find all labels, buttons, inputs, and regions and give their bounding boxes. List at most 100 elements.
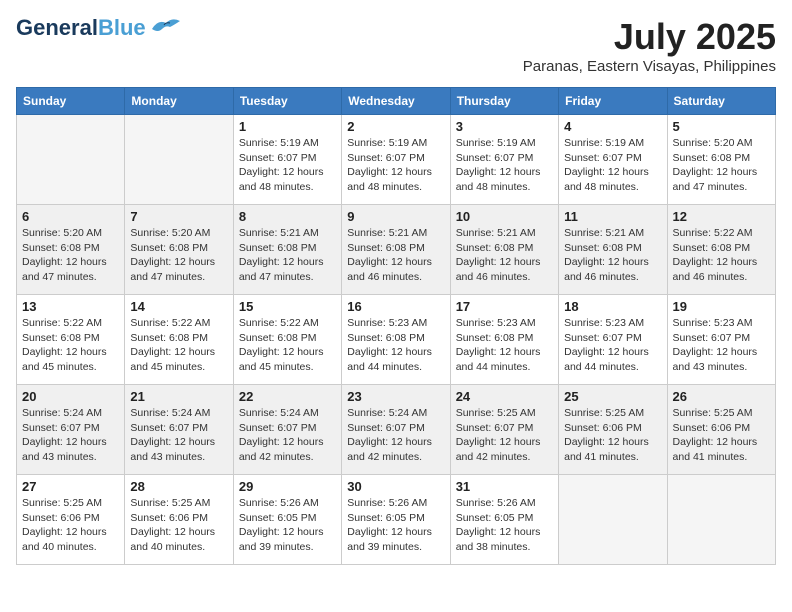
day-info: Sunrise: 5:24 AMSunset: 6:07 PMDaylight:… [347, 406, 444, 465]
day-info: Sunrise: 5:25 AMSunset: 6:06 PMDaylight:… [22, 496, 119, 555]
day-info: Sunrise: 5:22 AMSunset: 6:08 PMDaylight:… [239, 316, 336, 375]
col-header-tuesday: Tuesday [233, 88, 341, 115]
calendar-cell: 12 Sunrise: 5:22 AMSunset: 6:08 PMDayligh… [667, 205, 775, 295]
page-header: GeneralBlue July 2025 Paranas, Eastern V… [16, 16, 776, 75]
calendar-week-row: 1 Sunrise: 5:19 AMSunset: 6:07 PMDaylight… [17, 115, 776, 205]
calendar-cell: 18Sunrise: 5:23 AMSunset: 6:07 PMDayligh… [559, 295, 667, 385]
logo-bird-icon [150, 15, 182, 37]
day-info: Sunrise: 5:21 AMSunset: 6:08 PMDaylight:… [239, 226, 336, 285]
calendar-cell: 10 Sunrise: 5:21 AMSunset: 6:08 PMDayligh… [450, 205, 558, 295]
calendar-week-row: 20 Sunrise: 5:24 AMSunset: 6:07 PMDayligh… [17, 385, 776, 475]
day-number: 2 [347, 119, 444, 134]
day-info: Sunrise: 5:21 AMSunset: 6:08 PMDaylight:… [564, 226, 661, 285]
day-info: Sunrise: 5:26 AMSunset: 6:05 PMDaylight:… [347, 496, 444, 555]
calendar-week-row: 27 Sunrise: 5:25 AMSunset: 6:06 PMDayligh… [17, 475, 776, 565]
day-info: Sunrise: 5:24 AMSunset: 6:07 PMDaylight:… [130, 406, 227, 465]
title-block: July 2025 Paranas, Eastern Visayas, Phil… [523, 16, 776, 75]
calendar-cell: 11 Sunrise: 5:21 AMSunset: 6:08 PMDayligh… [559, 205, 667, 295]
calendar-cell: 9 Sunrise: 5:21 AMSunset: 6:08 PMDaylight… [342, 205, 450, 295]
calendar-cell [667, 475, 775, 565]
day-number: 28 [130, 479, 227, 494]
calendar-cell: 19Sunrise: 5:23 AMSunset: 6:07 PMDayligh… [667, 295, 775, 385]
calendar-cell [559, 475, 667, 565]
day-number: 5 [673, 119, 770, 134]
day-info: Sunrise: 5:25 AMSunset: 6:06 PMDaylight:… [564, 406, 661, 465]
day-info: Sunrise: 5:26 AMSunset: 6:05 PMDaylight:… [456, 496, 553, 555]
calendar-cell: 7Sunrise: 5:20 AMSunset: 6:08 PMDaylight… [125, 205, 233, 295]
calendar-header-row: SundayMondayTuesdayWednesdayThursdayFrid… [17, 88, 776, 115]
calendar-week-row: 6 Sunrise: 5:20 AMSunset: 6:08 PMDaylight… [17, 205, 776, 295]
calendar-cell: 30Sunrise: 5:26 AMSunset: 6:05 PMDayligh… [342, 475, 450, 565]
day-number: 8 [239, 209, 336, 224]
col-header-monday: Monday [125, 88, 233, 115]
day-number: 31 [456, 479, 553, 494]
calendar-cell: 8 Sunrise: 5:21 AMSunset: 6:08 PMDaylight… [233, 205, 341, 295]
calendar-table: SundayMondayTuesdayWednesdayThursdayFrid… [16, 87, 776, 565]
calendar-cell: 16 Sunrise: 5:23 AMSunset: 6:08 PMDayligh… [342, 295, 450, 385]
calendar-cell: 22Sunrise: 5:24 AMSunset: 6:07 PMDayligh… [233, 385, 341, 475]
day-number: 12 [673, 209, 770, 224]
day-info: Sunrise: 5:25 AMSunset: 6:07 PMDaylight:… [456, 406, 553, 465]
day-info: Sunrise: 5:21 AMSunset: 6:08 PMDaylight:… [456, 226, 553, 285]
day-info: Sunrise: 5:24 AMSunset: 6:07 PMDaylight:… [239, 406, 336, 465]
day-info: Sunrise: 5:22 AMSunset: 6:08 PMDaylight:… [673, 226, 770, 285]
calendar-cell: 3 Sunrise: 5:19 AMSunset: 6:07 PMDaylight… [450, 115, 558, 205]
calendar-cell: 4 Sunrise: 5:19 AMSunset: 6:07 PMDaylight… [559, 115, 667, 205]
day-number: 25 [564, 389, 661, 404]
day-number: 20 [22, 389, 119, 404]
col-header-saturday: Saturday [667, 88, 775, 115]
day-info: Sunrise: 5:20 AMSunset: 6:08 PMDaylight:… [130, 226, 227, 285]
day-number: 23 [347, 389, 444, 404]
calendar-cell: 21 Sunrise: 5:24 AMSunset: 6:07 PMDayligh… [125, 385, 233, 475]
day-number: 1 [239, 119, 336, 134]
day-number: 10 [456, 209, 553, 224]
day-number: 21 [130, 389, 227, 404]
day-info: Sunrise: 5:22 AMSunset: 6:08 PMDaylight:… [130, 316, 227, 375]
calendar-cell: 29 Sunrise: 5:26 AMSunset: 6:05 PMDayligh… [233, 475, 341, 565]
day-info: Sunrise: 5:26 AMSunset: 6:05 PMDaylight:… [239, 496, 336, 555]
day-info: Sunrise: 5:21 AMSunset: 6:08 PMDaylight:… [347, 226, 444, 285]
day-info: Sunrise: 5:23 AMSunset: 6:08 PMDaylight:… [347, 316, 444, 375]
day-info: Sunrise: 5:19 AMSunset: 6:07 PMDaylight:… [564, 136, 661, 195]
calendar-week-row: 13 Sunrise: 5:22 AMSunset: 6:08 PMDayligh… [17, 295, 776, 385]
month-year-title: July 2025 [523, 16, 776, 58]
day-number: 4 [564, 119, 661, 134]
day-info: Sunrise: 5:20 AMSunset: 6:08 PMDaylight:… [673, 136, 770, 195]
day-number: 29 [239, 479, 336, 494]
day-info: Sunrise: 5:24 AMSunset: 6:07 PMDaylight:… [22, 406, 119, 465]
day-info: Sunrise: 5:22 AMSunset: 6:08 PMDaylight:… [22, 316, 119, 375]
calendar-cell: 23 Sunrise: 5:24 AMSunset: 6:07 PMDayligh… [342, 385, 450, 475]
calendar-cell: 14 Sunrise: 5:22 AMSunset: 6:08 PMDayligh… [125, 295, 233, 385]
day-number: 3 [456, 119, 553, 134]
day-number: 11 [564, 209, 661, 224]
calendar-cell: 20 Sunrise: 5:24 AMSunset: 6:07 PMDayligh… [17, 385, 125, 475]
day-info: Sunrise: 5:23 AMSunset: 6:08 PMDaylight:… [456, 316, 553, 375]
day-number: 18 [564, 299, 661, 314]
day-number: 17 [456, 299, 553, 314]
day-number: 6 [22, 209, 119, 224]
day-info: Sunrise: 5:20 AMSunset: 6:08 PMDaylight:… [22, 226, 119, 285]
calendar-cell: 28 Sunrise: 5:25 AMSunset: 6:06 PMDayligh… [125, 475, 233, 565]
day-info: Sunrise: 5:19 AMSunset: 6:07 PMDaylight:… [456, 136, 553, 195]
day-number: 27 [22, 479, 119, 494]
calendar-cell [17, 115, 125, 205]
day-number: 16 [347, 299, 444, 314]
day-info: Sunrise: 5:19 AMSunset: 6:07 PMDaylight:… [347, 136, 444, 195]
calendar-cell: 31 Sunrise: 5:26 AMSunset: 6:05 PMDayligh… [450, 475, 558, 565]
day-number: 24 [456, 389, 553, 404]
calendar-cell: 24 Sunrise: 5:25 AMSunset: 6:07 PMDayligh… [450, 385, 558, 475]
location-subtitle: Paranas, Eastern Visayas, Philippines [523, 58, 776, 75]
col-header-wednesday: Wednesday [342, 88, 450, 115]
day-info: Sunrise: 5:25 AMSunset: 6:06 PMDaylight:… [130, 496, 227, 555]
day-number: 15 [239, 299, 336, 314]
calendar-cell [125, 115, 233, 205]
day-number: 9 [347, 209, 444, 224]
col-header-thursday: Thursday [450, 88, 558, 115]
calendar-cell: 25 Sunrise: 5:25 AMSunset: 6:06 PMDayligh… [559, 385, 667, 475]
day-info: Sunrise: 5:19 AMSunset: 6:07 PMDaylight:… [239, 136, 336, 195]
calendar-cell: 13 Sunrise: 5:22 AMSunset: 6:08 PMDayligh… [17, 295, 125, 385]
day-info: Sunrise: 5:23 AMSunset: 6:07 PMDaylight:… [673, 316, 770, 375]
calendar-cell: 27 Sunrise: 5:25 AMSunset: 6:06 PMDayligh… [17, 475, 125, 565]
day-number: 14 [130, 299, 227, 314]
day-number: 13 [22, 299, 119, 314]
